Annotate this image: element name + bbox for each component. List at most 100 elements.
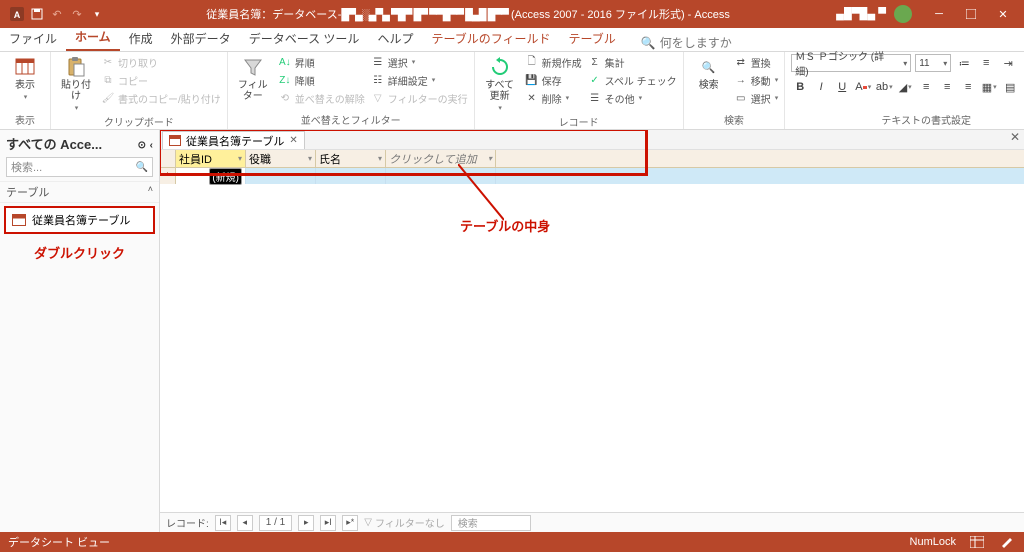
group-text-formatting: ＭＳ Ｐゴシック (詳細) 11 ≔ ≡ ⇥ ⇤ ¶ B I U A▾ ab▾ … xyxy=(785,52,1024,129)
save-icon[interactable] xyxy=(30,7,44,21)
tab-external-data[interactable]: 外部データ xyxy=(162,26,240,51)
new-record-button[interactable]: 🗋新規作成 xyxy=(525,54,582,70)
column-header[interactable]: 役職▾ xyxy=(246,150,316,167)
gridlines-button[interactable]: ▦▾ xyxy=(980,78,998,96)
close-icon[interactable]: ✕ xyxy=(996,7,1010,21)
more-records-button[interactable]: ☰その他▾ xyxy=(588,90,677,106)
chevron-down-icon[interactable]: ▾ xyxy=(378,154,382,163)
user-area[interactable]: ▄█▀█▄ ▀ xyxy=(826,5,922,23)
tab-help[interactable]: ヘルプ xyxy=(368,26,422,51)
tab-create[interactable]: 作成 xyxy=(120,26,162,51)
goto-button[interactable]: →移動▾ xyxy=(734,72,779,88)
select-all-cell[interactable] xyxy=(160,150,176,167)
align-left-button[interactable]: ≡ xyxy=(917,78,935,96)
font-color-button[interactable]: A▾ xyxy=(854,78,872,96)
tell-me-search[interactable]: 🔍 何をしますか xyxy=(641,34,732,51)
totals-button[interactable]: Σ集計 xyxy=(588,54,677,70)
minimize-icon[interactable]: ─ xyxy=(932,7,946,21)
tab-table[interactable]: テーブル xyxy=(560,26,625,51)
format-painter-button[interactable]: 🖌書式のコピー/貼り付け xyxy=(101,90,221,106)
bullets-button[interactable]: ≔ xyxy=(955,54,973,72)
toggle-filter-button[interactable]: ▽フィルターの実行 xyxy=(371,90,468,106)
paste-icon xyxy=(65,56,87,78)
document-tab[interactable]: 従業員名簿テーブル ✕ xyxy=(162,131,305,149)
datasheet-view-switch[interactable] xyxy=(968,534,986,550)
last-record-button[interactable]: ▸I xyxy=(320,515,336,531)
record-position[interactable]: 1 / 1 xyxy=(259,515,292,531)
nav-item-employee-table[interactable]: 従業員名簿テーブル xyxy=(4,206,155,234)
cell-new-marker[interactable]: (新規) xyxy=(176,168,246,184)
refresh-all-button[interactable]: すべて 更新 ▾ xyxy=(481,54,519,112)
record-navigator: レコード: I◂ ◂ 1 / 1 ▸ ▸I ▸* ▽フィルターなし 検索 xyxy=(160,512,1024,532)
tab-home[interactable]: ホーム xyxy=(66,24,120,51)
align-right-button[interactable]: ≡ xyxy=(959,78,977,96)
group-sort-filter: フィルター A↓昇順 Z↓降順 ⟲並べ替えの解除 ☰選択▾ ☷詳細設定▾ ▽フィ… xyxy=(228,52,475,129)
font-family-combo[interactable]: ＭＳ Ｐゴシック (詳細) xyxy=(791,54,911,72)
view-button[interactable]: 表示 ▾ xyxy=(6,54,44,101)
sort-desc-button[interactable]: Z↓降順 xyxy=(278,72,365,88)
delete-record-button[interactable]: ✕削除▾ xyxy=(525,90,582,106)
numbering-button[interactable]: ≡ xyxy=(977,54,995,72)
replace-button[interactable]: ⇄置換 xyxy=(734,54,779,70)
filter-button[interactable]: フィルター xyxy=(234,54,272,102)
advanced-filter-button[interactable]: ☷詳細設定▾ xyxy=(371,72,468,88)
bold-button[interactable]: B xyxy=(791,78,809,96)
fill-color-button[interactable]: ◢▾ xyxy=(896,78,914,96)
align-center-button[interactable]: ≡ xyxy=(938,78,956,96)
close-tab-icon[interactable]: ✕ xyxy=(289,135,297,146)
chevron-down-icon[interactable]: ▾ xyxy=(488,154,492,163)
nav-pane-header[interactable]: すべての Acce... ⊙ ‹ xyxy=(0,130,159,157)
cut-button[interactable]: ✂切り取り xyxy=(101,54,221,70)
cell[interactable] xyxy=(386,168,496,184)
nav-search-input[interactable]: 検索... 🔍 xyxy=(6,157,153,177)
undo-icon[interactable]: ↶ xyxy=(50,7,64,21)
add-column-header[interactable]: クリックして追加▾ xyxy=(386,150,496,167)
svg-text:A: A xyxy=(14,10,21,20)
font-size-combo[interactable]: 11 xyxy=(915,54,951,72)
indent-inc-button[interactable]: ⇥ xyxy=(999,54,1017,72)
save-record-button[interactable]: 💾保存 xyxy=(525,72,582,88)
chevron-down-icon[interactable]: ▾ xyxy=(238,154,242,163)
replace-icon: ⇄ xyxy=(734,55,748,69)
underline-button[interactable]: U xyxy=(833,78,851,96)
tab-database-tools[interactable]: データベース ツール xyxy=(240,26,369,51)
new-record-nav-button[interactable]: ▸* xyxy=(342,515,358,531)
sort-asc-button[interactable]: A↓昇順 xyxy=(278,54,365,70)
first-record-button[interactable]: I◂ xyxy=(215,515,231,531)
italic-button[interactable]: I xyxy=(812,78,830,96)
filter-indicator: ▽フィルターなし xyxy=(364,515,445,530)
clear-sort-button[interactable]: ⟲並べ替えの解除 xyxy=(278,90,365,106)
numlock-indicator: NumLock xyxy=(910,536,956,548)
user-avatar-icon[interactable] xyxy=(894,5,912,23)
copy-button[interactable]: ⧉コピー xyxy=(101,72,221,88)
tab-table-fields[interactable]: テーブルのフィールド xyxy=(422,26,559,51)
record-search-input[interactable]: 検索 xyxy=(451,515,531,531)
column-header[interactable]: 社員ID▾ xyxy=(176,150,246,167)
qat-customize-icon[interactable]: ▾ xyxy=(90,7,104,21)
selection-filter-button[interactable]: ☰選択▾ xyxy=(371,54,468,70)
chevron-down-icon[interactable]: ▾ xyxy=(308,154,312,163)
cell[interactable] xyxy=(246,168,316,184)
nav-dropdown-icon[interactable]: ⊙ xyxy=(138,140,146,151)
highlight-button[interactable]: ab▾ xyxy=(875,78,893,96)
next-record-button[interactable]: ▸ xyxy=(298,515,314,531)
datasheet-new-row[interactable]: * (新規) xyxy=(160,168,1024,184)
close-document-icon[interactable]: ✕ xyxy=(1010,130,1020,144)
alt-row-color-button[interactable]: ▤ xyxy=(1001,78,1019,96)
prev-record-button[interactable]: ◂ xyxy=(237,515,253,531)
column-header[interactable]: 氏名▾ xyxy=(316,150,386,167)
paste-button[interactable]: 貼り付け ▾ xyxy=(57,54,95,112)
nav-collapse-icon[interactable]: ‹ xyxy=(150,140,153,151)
title-bar: A ↶ ↷ ▾ 従業員名簿：データベース-█▀▄░▄▀▄ ▀█▀ █▀ ▀▀█▀… xyxy=(0,0,1024,28)
brush-icon: 🖌 xyxy=(101,91,115,105)
design-view-switch[interactable] xyxy=(998,534,1016,550)
spellcheck-button[interactable]: ✓スペル チェック xyxy=(588,72,677,88)
find-button[interactable]: 🔍 検索 xyxy=(690,54,728,91)
maximize-icon[interactable] xyxy=(964,7,978,21)
tab-file[interactable]: ファイル xyxy=(0,26,66,51)
redo-icon[interactable]: ↷ xyxy=(70,7,84,21)
cell[interactable] xyxy=(316,168,386,184)
select-button[interactable]: ▭選択▾ xyxy=(734,90,779,106)
row-selector[interactable]: * xyxy=(160,168,176,184)
nav-section-tables[interactable]: テーブル ˄ xyxy=(0,181,159,203)
